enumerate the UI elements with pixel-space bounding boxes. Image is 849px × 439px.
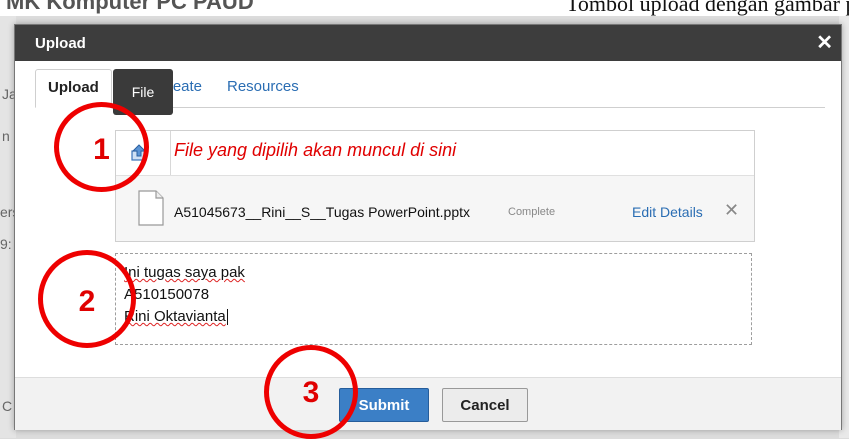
document-icon	[138, 190, 164, 226]
comment-line: Ini tugas saya pak	[124, 264, 245, 281]
comment-textarea[interactable]: Ini tugas saya pak A510150078 Rini Oktav…	[115, 253, 752, 345]
edit-details-link[interactable]: Edit Details	[632, 204, 703, 220]
annotation-marker-2: 2	[38, 250, 136, 348]
dialog-header: Upload ✕	[15, 25, 841, 61]
comment-line: A510150078	[124, 286, 210, 303]
uploaded-file-row: A51045673__Rini__S__Tugas PowerPoint.ppt…	[116, 176, 754, 241]
annotation-note: File yang dipilih akan muncul di sini	[174, 140, 457, 160]
background-fragment: 9:	[0, 236, 12, 252]
file-status: Complete	[508, 206, 556, 218]
background-caption-text: Tombol upload dengan gambar panah ke ata…	[566, 0, 849, 16]
file-name: A51045673__Rini__S__Tugas PowerPoint.ppt…	[174, 204, 471, 220]
comment-line-text: Rini Oktavianta	[124, 308, 226, 325]
annotation-marker-1: 1	[54, 102, 149, 192]
cancel-button[interactable]: Cancel	[442, 388, 528, 422]
remove-file-icon[interactable]: ✕	[724, 200, 739, 221]
dialog-footer: Submit Cancel	[15, 377, 841, 430]
text-caret	[226, 309, 228, 326]
dialog-title: Upload	[35, 35, 86, 52]
comment-line: Rini Oktavianta	[124, 306, 745, 328]
background-course-title: MK Komputer PC PAUD	[6, 0, 254, 14]
annotation-marker-3: 3	[264, 345, 358, 439]
marker-number: 3	[302, 376, 320, 409]
background-fragment: C	[2, 398, 13, 414]
background-fragment: n	[2, 128, 10, 144]
tab-resources[interactable]: Resources	[215, 69, 311, 106]
marker-number: 2	[78, 285, 96, 318]
marker-number: 1	[93, 133, 110, 166]
close-icon[interactable]: ✕	[816, 30, 833, 55]
background-page-top: MK Komputer PC PAUD Tombol upload dengan…	[0, 0, 849, 16]
upload-dialog: Upload ✕ Upload Create Resources File A5…	[14, 24, 842, 430]
